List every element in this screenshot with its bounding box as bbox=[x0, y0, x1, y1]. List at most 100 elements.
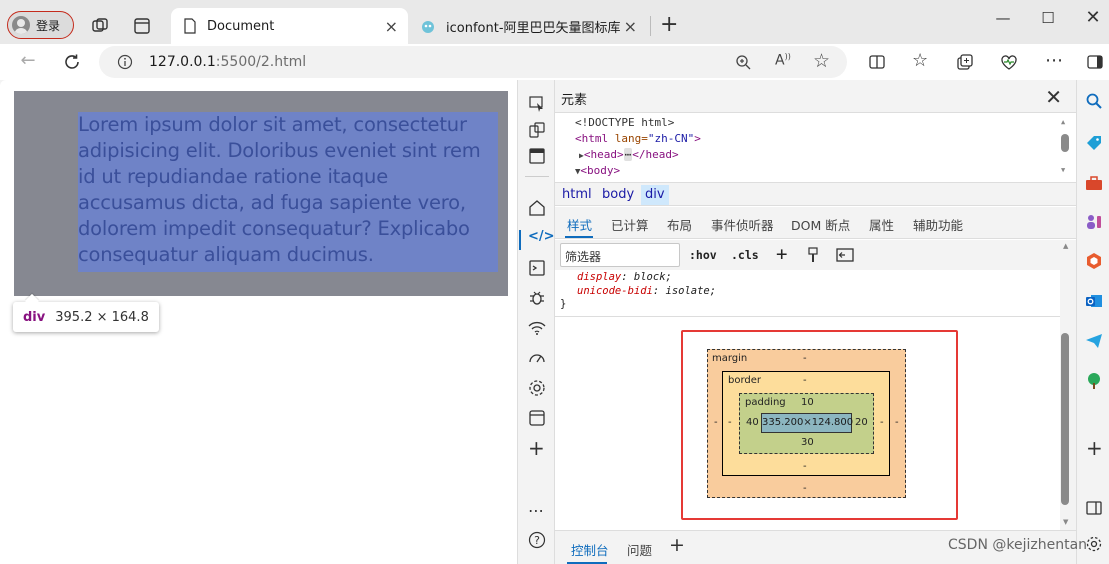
settings-gear-icon[interactable] bbox=[527, 378, 547, 398]
dom-node-html[interactable]: <html lang="zh-CN"> bbox=[575, 131, 701, 148]
outlook-icon[interactable] bbox=[1085, 292, 1103, 310]
collections-icon[interactable] bbox=[955, 52, 975, 72]
dom-node-doctype[interactable]: <!DOCTYPE html> bbox=[575, 115, 674, 132]
tools-toolbox-icon[interactable] bbox=[1085, 174, 1103, 192]
tab-accessibility[interactable]: 辅助功能 bbox=[913, 215, 963, 234]
back-button[interactable]: ← bbox=[17, 51, 39, 71]
performance-icon[interactable] bbox=[527, 348, 547, 368]
dom-scrollbar[interactable]: ▲ ▼ bbox=[1061, 116, 1069, 176]
site-info-icon[interactable] bbox=[117, 54, 133, 70]
padding-label: padding bbox=[745, 397, 786, 408]
dom-node-head[interactable]: ▶<head>⋯</head> bbox=[579, 147, 679, 165]
browser-essentials-icon[interactable] bbox=[999, 52, 1019, 72]
highlighted-div-overlay[interactable]: Lorem ipsum dolor sit amet, consectetur … bbox=[14, 91, 508, 296]
new-rule-button[interactable]: + bbox=[776, 243, 787, 265]
tab-event-listeners[interactable]: 事件侦听器 bbox=[711, 215, 774, 234]
demo-paragraph[interactable]: Lorem ipsum dolor sit amet, consectetur … bbox=[78, 112, 498, 272]
tab-document[interactable]: Document × bbox=[171, 8, 408, 44]
close-tab-icon[interactable]: × bbox=[624, 17, 637, 36]
margin-left-value[interactable]: - bbox=[714, 417, 718, 428]
box-model-content[interactable]: 335.200×124.800 bbox=[761, 413, 853, 433]
tab-actions-icon[interactable] bbox=[132, 16, 152, 36]
margin-top-value[interactable]: - bbox=[803, 353, 807, 364]
tab-properties[interactable]: 属性 bbox=[869, 215, 894, 234]
padding-bottom-value[interactable]: 30 bbox=[801, 437, 814, 448]
tab-dom-breakpoints[interactable]: DOM 断点 bbox=[791, 215, 850, 234]
device-emulation-icon[interactable] bbox=[527, 120, 547, 140]
scroll-up-icon[interactable]: ▲ bbox=[1063, 242, 1068, 250]
tab-computed[interactable]: 已计算 bbox=[611, 215, 649, 234]
css-declaration-display[interactable]: display: block; bbox=[577, 270, 672, 284]
border-bottom-value[interactable]: - bbox=[803, 461, 807, 472]
scroll-down-icon[interactable]: ▼ bbox=[1063, 518, 1068, 526]
border-top-value[interactable]: - bbox=[803, 375, 807, 386]
more-options-icon[interactable]: ⋯ bbox=[528, 501, 548, 521]
address-bar[interactable]: 127.0.0.1:5500/2.html A)) ☆ bbox=[99, 46, 847, 78]
sidebar-toggle-icon[interactable] bbox=[1086, 53, 1104, 71]
read-aloud-icon[interactable]: A)) bbox=[775, 52, 791, 69]
cls-button[interactable]: .cls bbox=[731, 248, 759, 262]
send-telegram-icon[interactable] bbox=[1085, 332, 1103, 350]
shopping-tag-icon[interactable] bbox=[1085, 134, 1103, 152]
games-people-icon[interactable] bbox=[1085, 212, 1103, 230]
elements-tool-icon[interactable]: </> bbox=[528, 229, 555, 249]
application-icon[interactable] bbox=[527, 408, 547, 428]
more-tools-plus-icon[interactable]: + bbox=[528, 436, 548, 460]
css-value: : block; bbox=[621, 271, 672, 283]
margin-right-value[interactable]: - bbox=[895, 417, 899, 428]
padding-right-value[interactable]: 20 bbox=[855, 417, 868, 428]
sidebar-settings-gear-icon[interactable] bbox=[1085, 535, 1103, 553]
profile-button[interactable]: 登录 bbox=[7, 11, 74, 39]
add-sidebar-app-icon[interactable]: + bbox=[1086, 436, 1104, 460]
sources-debug-icon[interactable] bbox=[527, 288, 547, 308]
console-tool-icon[interactable] bbox=[527, 258, 547, 278]
filter-input[interactable]: 筛选器 bbox=[560, 243, 680, 267]
url-path: :5500/2.html bbox=[215, 54, 307, 70]
office-icon[interactable] bbox=[1085, 252, 1103, 270]
breadcrumb-div[interactable]: div bbox=[641, 185, 669, 205]
border-right-value[interactable]: - bbox=[880, 417, 884, 428]
padding-top-value[interactable]: 10 bbox=[801, 397, 814, 408]
close-window-button[interactable]: ✕ bbox=[1083, 8, 1103, 28]
search-icon[interactable] bbox=[1085, 92, 1103, 110]
tab-layout[interactable]: 布局 bbox=[667, 215, 692, 234]
hov-button[interactable]: :hov bbox=[689, 248, 717, 262]
network-wifi-icon[interactable] bbox=[527, 318, 547, 338]
favorite-star-icon[interactable]: ☆ bbox=[813, 50, 830, 72]
split-screen-icon[interactable] bbox=[867, 52, 887, 72]
maximize-button[interactable]: ☐ bbox=[1038, 8, 1058, 28]
refresh-icon[interactable] bbox=[62, 52, 82, 72]
activity-divider bbox=[525, 176, 549, 177]
hide-sidebar-icon[interactable] bbox=[1085, 499, 1103, 517]
dom-node-body[interactable]: ▼<body> bbox=[575, 163, 620, 181]
help-icon[interactable]: ? bbox=[527, 530, 547, 550]
welcome-home-icon[interactable] bbox=[527, 198, 547, 218]
dock-icon[interactable] bbox=[527, 146, 547, 166]
margin-bottom-value[interactable]: - bbox=[803, 483, 807, 494]
new-tab-button[interactable]: + bbox=[660, 12, 678, 37]
inspect-element-icon[interactable] bbox=[527, 94, 547, 114]
favorites-icon[interactable]: ☆ bbox=[912, 50, 928, 71]
breadcrumb-html[interactable]: html bbox=[558, 185, 596, 205]
minimize-button[interactable]: — bbox=[993, 8, 1013, 28]
padding-left-value[interactable]: 40 bbox=[746, 417, 759, 428]
paint-brush-icon[interactable] bbox=[806, 246, 820, 264]
zoom-icon[interactable] bbox=[735, 54, 752, 71]
close-tab-icon[interactable]: × bbox=[385, 17, 398, 36]
css-declaration-unicode-bidi[interactable]: unicode-bidi: isolate; bbox=[577, 284, 716, 298]
watermark: CSDN @kejizhentan bbox=[948, 537, 1088, 553]
close-panel-icon[interactable]: ✕ bbox=[1045, 85, 1062, 109]
more-menu-icon[interactable]: ⋯ bbox=[1045, 50, 1063, 71]
collapsed-ellipsis[interactable]: ⋯ bbox=[623, 148, 633, 161]
tab-console[interactable]: 控制台 bbox=[571, 540, 609, 559]
tab-styles[interactable]: 样式 bbox=[567, 215, 592, 234]
styles-scrollbar-thumb[interactable] bbox=[1061, 333, 1069, 505]
workspaces-icon[interactable] bbox=[90, 16, 110, 36]
add-drawer-tab-button[interactable]: + bbox=[669, 534, 685, 556]
breadcrumb-body[interactable]: body bbox=[598, 185, 638, 205]
border-left-value[interactable]: - bbox=[728, 417, 732, 428]
tab-iconfont[interactable]: iconfont-阿里巴巴矢量图标库 × bbox=[412, 8, 647, 44]
toggle-sidebar-icon[interactable] bbox=[836, 247, 854, 263]
tab-issues[interactable]: 问题 bbox=[627, 540, 652, 559]
tree-icon[interactable] bbox=[1085, 372, 1103, 390]
